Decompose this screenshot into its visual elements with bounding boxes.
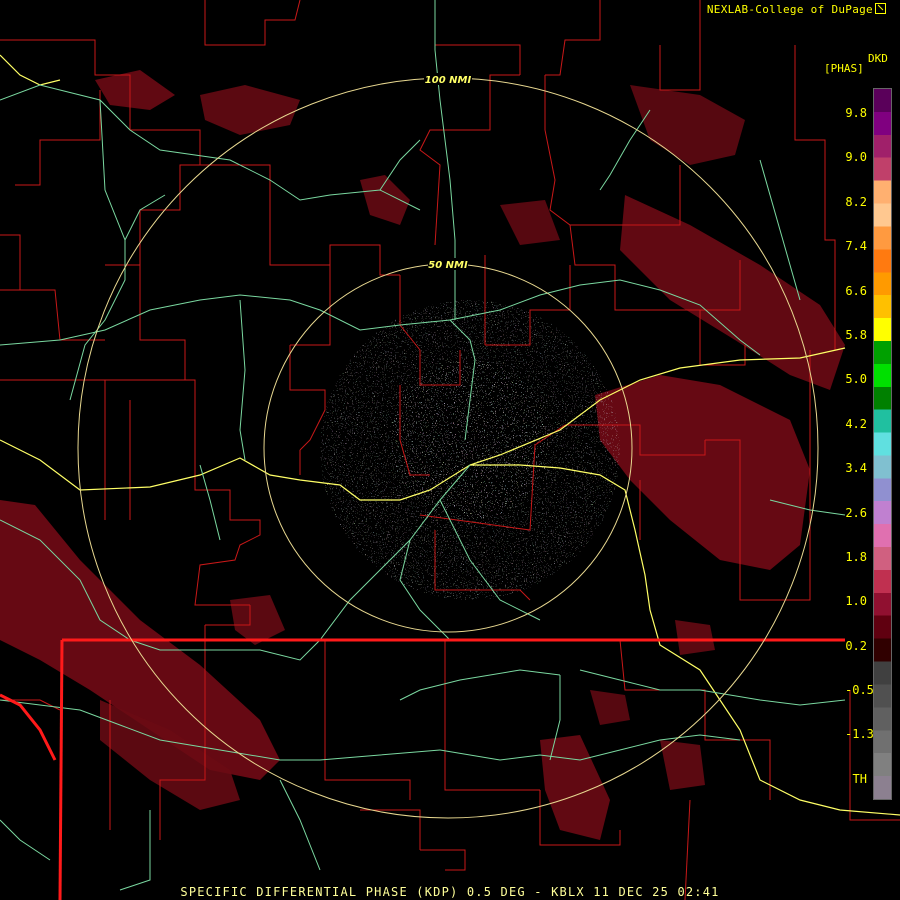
credit-label: NEXLAB-College of DuPage — [707, 3, 886, 16]
range-ring-label-50: 50 NMI — [428, 260, 468, 271]
credit-text: NEXLAB-College of DuPage — [706, 3, 873, 16]
radar-map: 100 NMI 50 NMI — [0, 0, 900, 900]
legend-tick: 4.2 — [845, 417, 867, 431]
legend-tick: 8.2 — [845, 195, 867, 209]
legend-tick: -1.3 — [845, 727, 874, 741]
external-link-icon[interactable] — [875, 3, 886, 14]
units-label: [PHAS] — [824, 62, 864, 75]
legend-tick: 9.0 — [845, 150, 867, 164]
legend-tick: 1.0 — [845, 594, 867, 608]
echo-southeast-mid — [675, 620, 715, 655]
legend-tick: TH — [852, 772, 867, 786]
legend-tick: 5.8 — [845, 328, 867, 342]
legend-tick: 3.4 — [845, 461, 867, 475]
legend-tick: 6.6 — [845, 284, 867, 298]
product-caption: SPECIFIC DIFFERENTIAL PHASE (KDP) 0.5 DE… — [180, 885, 720, 899]
product-code-label: DKD — [868, 52, 888, 65]
legend-tick: -0.5 — [845, 683, 874, 697]
legend-tick: 7.4 — [845, 239, 867, 253]
clutter-layer — [320, 300, 620, 600]
legend-tick: 9.8 — [845, 106, 867, 120]
legend-tick: 0.2 — [845, 639, 867, 653]
legend-tick: 1.8 — [845, 550, 867, 564]
legend-tick: 5.0 — [845, 372, 867, 386]
color-legend-bar — [873, 88, 892, 800]
range-ring-label-100: 100 NMI — [425, 75, 472, 86]
legend-tick: 2.6 — [845, 506, 867, 520]
